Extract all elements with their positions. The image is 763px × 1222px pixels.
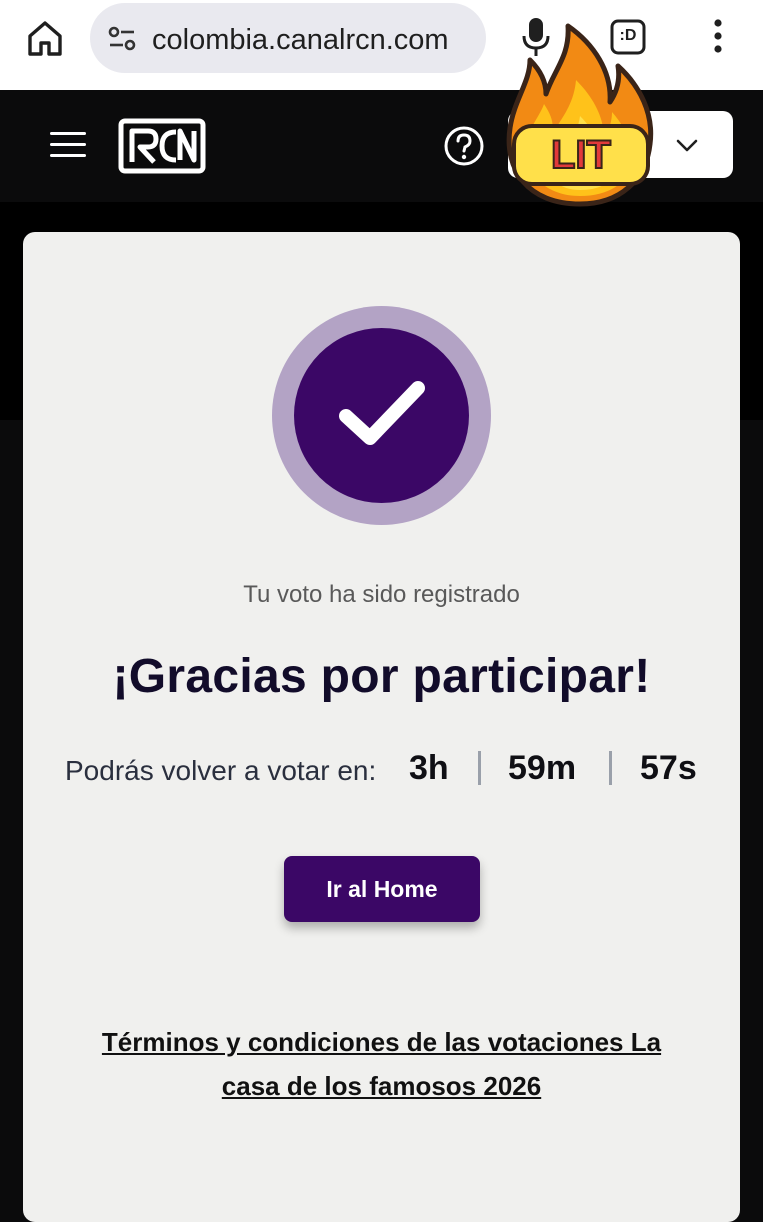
logo-text: RCN xyxy=(206,118,207,119)
countdown-timer: Podrás volver a votar en: 3h 59m 57s xyxy=(23,747,740,795)
home-icon[interactable] xyxy=(22,18,68,58)
thanks-headline: ¡Gracias por participar! xyxy=(112,650,651,703)
vote-confirmation-card: Tu voto ha sido registrado ¡Gracias por … xyxy=(23,232,740,1222)
url-text[interactable]: colombia.canalrcn.com xyxy=(152,23,472,57)
lit-text: LIT xyxy=(551,133,611,177)
countdown-minutes: 59m xyxy=(508,749,577,787)
countdown-divider xyxy=(609,751,612,785)
terms-link-line[interactable]: casa de los famosos 2026 xyxy=(73,1064,690,1108)
vote-registered-text: Tu voto ha sido registrado xyxy=(243,581,520,608)
rcn-logo[interactable]: RCN xyxy=(118,118,206,174)
success-badge xyxy=(272,306,491,525)
terms-link[interactable]: Términos y condiciones de las votaciones… xyxy=(73,1020,690,1108)
countdown-hours: 3h xyxy=(409,749,449,787)
lit-fire-sticker: LIT xyxy=(500,20,660,208)
site-settings-icon[interactable] xyxy=(106,23,138,55)
address-bar[interactable]: colombia.canalrcn.com xyxy=(90,3,486,73)
countdown-label: Podrás volver a votar en: xyxy=(65,755,377,786)
fire-icon: LIT xyxy=(506,23,654,207)
countdown-seconds: 57s xyxy=(640,749,697,787)
hamburger-menu-icon[interactable] xyxy=(50,132,86,160)
help-icon[interactable] xyxy=(443,125,485,167)
go-home-button[interactable]: Ir al Home xyxy=(284,856,480,922)
chevron-down-icon xyxy=(676,139,698,152)
countdown-divider xyxy=(478,751,481,785)
terms-link-line[interactable]: Términos y condiciones de las votaciones… xyxy=(73,1020,690,1064)
more-options-icon[interactable] xyxy=(706,16,730,56)
checkmark-icon xyxy=(339,381,425,445)
